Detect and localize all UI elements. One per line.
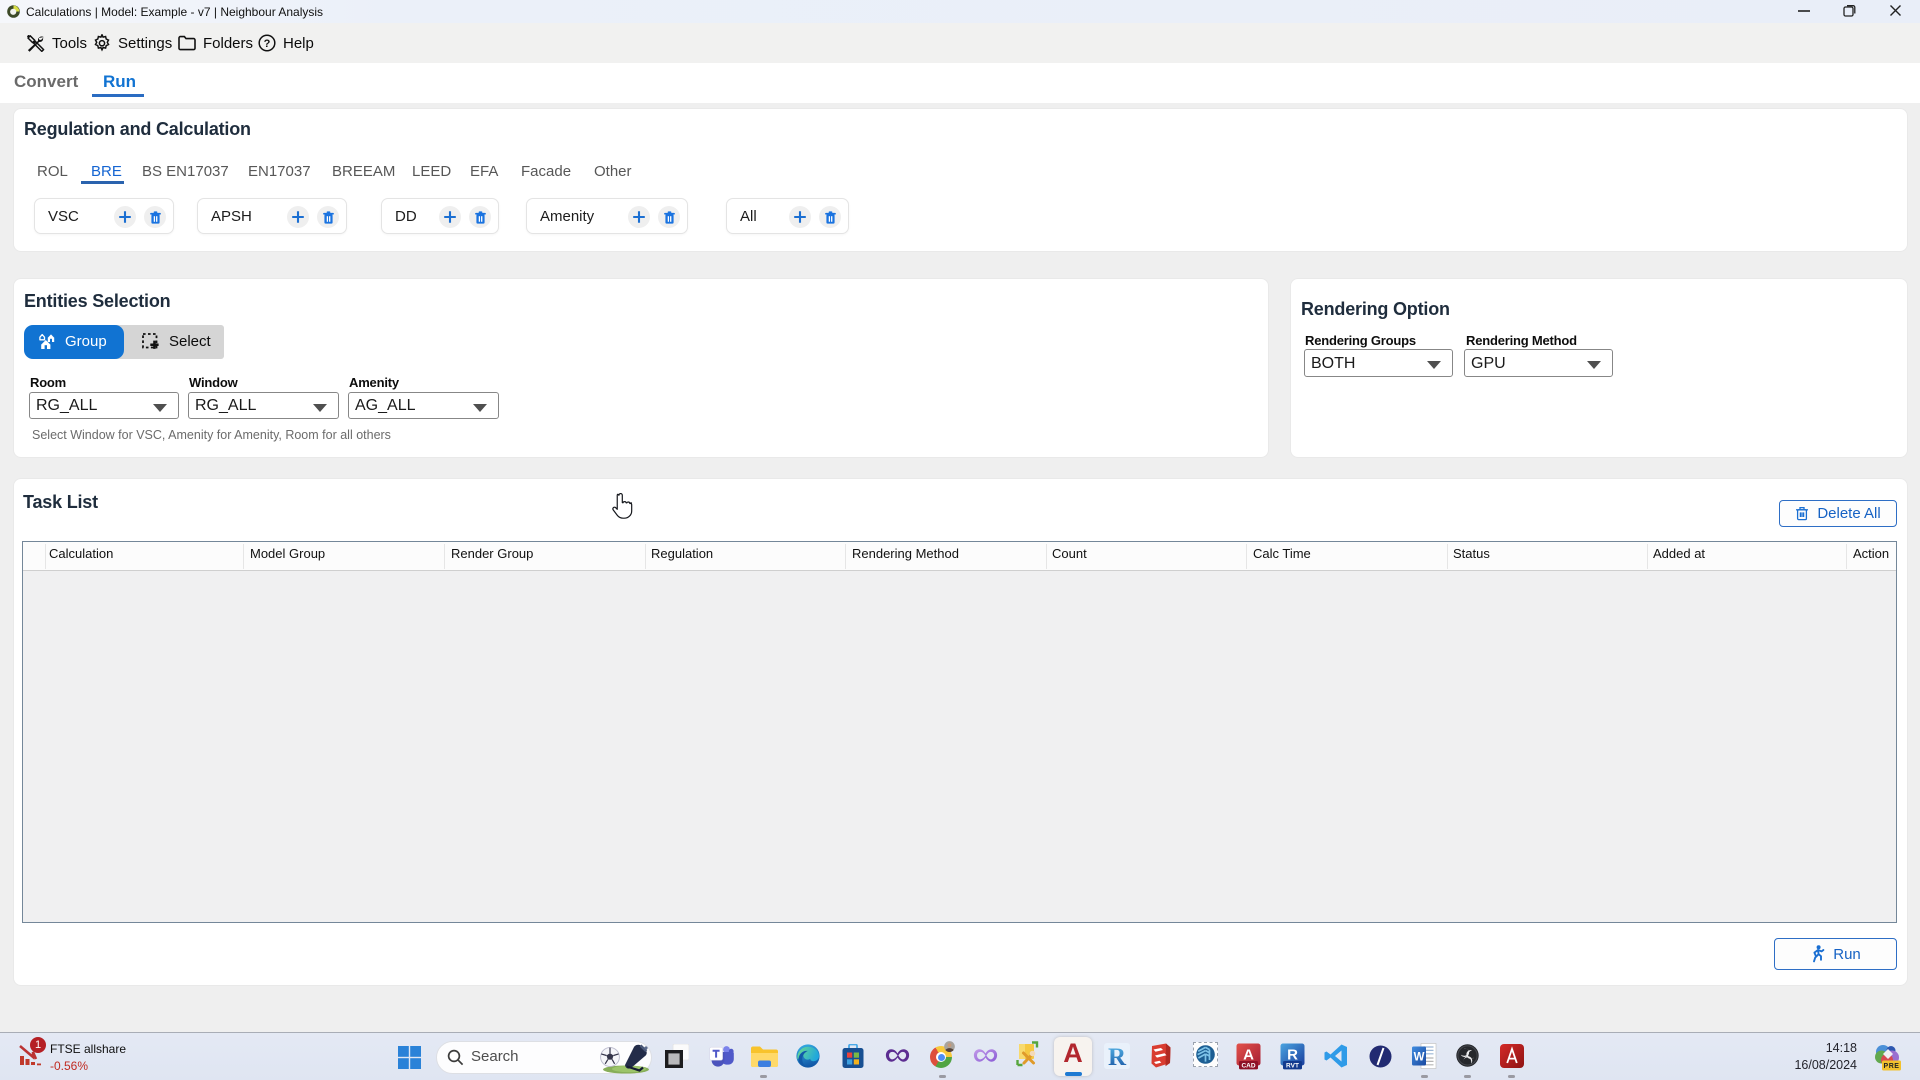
- svg-text:RVT: RVT: [1286, 1063, 1299, 1070]
- svg-text:A: A: [1243, 1047, 1254, 1064]
- svg-text:W: W: [1414, 1052, 1425, 1064]
- svg-text:CAD: CAD: [1241, 1063, 1255, 1070]
- svg-text:?: ?: [264, 38, 271, 50]
- svg-text:PRE: PRE: [1884, 1063, 1900, 1070]
- svg-text:R: R: [1108, 1044, 1127, 1069]
- svg-text:R: R: [1287, 1047, 1298, 1064]
